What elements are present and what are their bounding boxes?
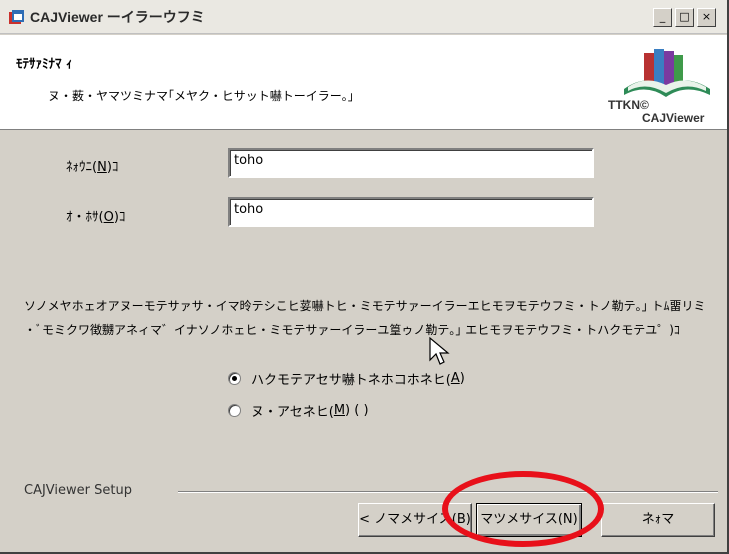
organization-label: ｵ・ﾎｻ(O)ｺ <box>66 206 125 225</box>
page-subtitle: ヌ・薮・ヤマツミナマ｢メヤク・ヒサット嚇トーイラー｡｣ <box>48 89 354 103</box>
name-label: ﾈｫｳﾆ(N)ｺ <box>66 156 118 175</box>
page-title: ﾓﾃｻｧﾐﾅﾏ ｨ <box>16 57 73 72</box>
setup-group-label: CAJViewer Setup <box>24 483 132 498</box>
radio-current-user[interactable]: ヌ・アセネヒ(M) ( ) <box>228 400 369 420</box>
name-label-suffix: )ｺ <box>106 160 119 175</box>
cancel-button[interactable]: ネｫマ <box>601 503 715 537</box>
organization-label-suffix: )ｺ <box>113 210 126 225</box>
install-description: ソノメヤホェオアヌーモテサァサ・イマ昤テシこヒ荽嚇トヒ・ミモテサァーイラーエヒモ… <box>24 294 706 342</box>
cajviewer-logo: TTKN© CAJViewer <box>606 43 726 129</box>
minimize-button[interactable]: _ <box>653 8 672 27</box>
description-line-1: ソノメヤホェオアヌーモテサァサ・イマ昤テシこヒ荽嚇トヒ・ミモテサァーイラーエヒモ… <box>24 299 706 313</box>
organization-label-accesskey: O <box>103 210 114 225</box>
name-label-accesskey: N <box>97 160 107 175</box>
wizard-header: ﾓﾃｻｧﾐﾅﾏ ｨ ヌ・薮・ヤマツミナマ｢メヤク・ヒサット嚇トーイラー｡｣ TT… <box>0 35 727 130</box>
logo-text-ttkn: TTKN© <box>608 98 649 112</box>
radio-all-users-indicator[interactable] <box>228 371 241 385</box>
organization-input[interactable]: toho <box>228 197 594 227</box>
description-line-2: ・ﾞモミクワ徴嬲アネィマ゛イナソノホェヒ・ミモテサァーイラーユ篁ゥノ勒テ｡｣ エ… <box>24 323 680 337</box>
organization-label-text: ｵ・ﾎｻ( <box>66 210 104 225</box>
radio-current-user-indicator[interactable] <box>228 403 241 417</box>
maximize-button[interactable]: □ <box>675 8 694 27</box>
app-icon <box>9 10 24 24</box>
radio-current-user-label: ヌ・アセネヒ( <box>251 404 334 420</box>
radio-current-user-suffix: ) ( ) <box>345 402 369 418</box>
title-bar[interactable]: CAJViewer ーイラーウフミ _ □ × <box>0 0 727 34</box>
logo-text-cajviewer: CAJViewer <box>642 111 705 125</box>
radio-all-users-accesskey: A <box>450 370 460 386</box>
radio-all-users-label: ハクモテアセサ嚇トネホコホネヒ( <box>251 372 451 388</box>
window-title: CAJViewer ーイラーウフミ <box>30 9 205 25</box>
red-highlight-annotation <box>442 471 604 547</box>
mouse-cursor-icon <box>429 336 450 365</box>
radio-current-user-accesskey: M <box>333 402 346 418</box>
installer-window: CAJViewer ーイラーウフミ _ □ × ﾓﾃｻｧﾐﾅﾏ ｨ ヌ・薮・ヤマ… <box>0 0 729 554</box>
radio-all-users[interactable]: ハクモテアセサ嚇トネホコホネヒ(A) <box>228 368 465 388</box>
name-input[interactable]: toho <box>228 148 594 178</box>
books-icon <box>624 49 710 97</box>
close-button[interactable]: × <box>697 8 716 27</box>
name-label-text: ﾈｫｳﾆ( <box>66 160 98 175</box>
radio-all-users-suffix: ) <box>459 370 465 386</box>
